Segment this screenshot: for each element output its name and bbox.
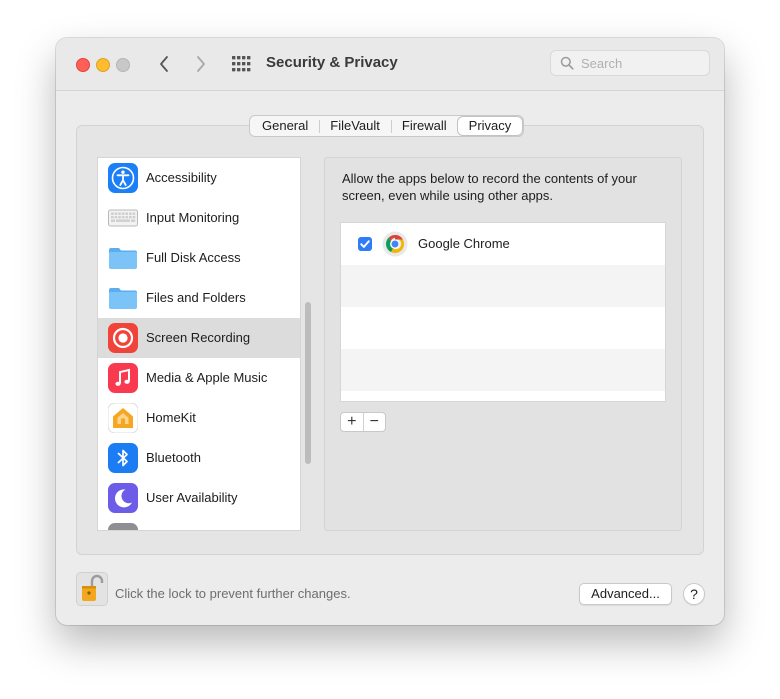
- privacy-category-list[interactable]: Accessibility Input Monitoring Full Disk…: [97, 157, 301, 531]
- sidebar-item-media-apple-music[interactable]: Media & Apple Music: [98, 358, 300, 398]
- sidebar-item-label: HomeKit: [146, 410, 196, 425]
- search-input[interactable]: [581, 54, 701, 72]
- folder-icon: [109, 288, 137, 309]
- sidebar-item-input-monitoring[interactable]: Input Monitoring: [98, 198, 300, 238]
- help-button[interactable]: ?: [683, 583, 705, 605]
- sidebar-item-label: Bluetooth: [146, 450, 201, 465]
- zoom-window-button[interactable]: [116, 58, 130, 72]
- sidebar-scrollbar[interactable]: [305, 302, 311, 464]
- title-bar: Security & Privacy: [56, 38, 724, 91]
- empty-row: [341, 265, 665, 307]
- sidebar-item-label: Media & Apple Music: [146, 370, 268, 385]
- sidebar-item-partial[interactable]: [98, 518, 300, 530]
- remove-app-button[interactable]: −: [362, 413, 386, 431]
- sidebar-item-homekit[interactable]: HomeKit: [98, 398, 300, 438]
- search-field[interactable]: [550, 50, 710, 76]
- empty-row: [341, 307, 665, 349]
- music-note-icon: [108, 363, 138, 393]
- lock-hint-text: Click the lock to prevent further change…: [115, 586, 351, 601]
- forward-button[interactable]: [189, 52, 213, 76]
- sidebar-item-screen-recording[interactable]: Screen Recording: [98, 318, 300, 358]
- chevron-right-icon: [197, 56, 205, 72]
- accessibility-icon: [108, 163, 138, 193]
- tab-privacy[interactable]: Privacy: [457, 117, 523, 135]
- sidebar-item-accessibility[interactable]: Accessibility: [98, 158, 300, 198]
- search-icon: [560, 56, 574, 70]
- show-all-grid-icon[interactable]: [230, 54, 252, 74]
- sidebar-item-label: Files and Folders: [146, 290, 246, 305]
- sidebar-item-label: Accessibility: [146, 170, 217, 185]
- sidebar-item-label: User Availability: [146, 490, 238, 505]
- permission-description: Allow the apps below to record the conte…: [342, 171, 637, 203]
- advanced-button[interactable]: Advanced...: [579, 583, 672, 605]
- back-button[interactable]: [152, 52, 176, 76]
- app-list[interactable]: Google Chrome: [340, 222, 666, 402]
- unlocked-padlock-icon[interactable]: [76, 572, 108, 606]
- add-remove-control: + −: [340, 412, 386, 432]
- tab-bar: General FileVault Firewall Privacy: [249, 115, 525, 137]
- list-item[interactable]: Google Chrome: [341, 223, 665, 265]
- tab-firewall[interactable]: Firewall: [390, 117, 458, 135]
- tab-filevault[interactable]: FileVault: [319, 117, 391, 135]
- sidebar-item-full-disk-access[interactable]: Full Disk Access: [98, 238, 300, 278]
- sidebar-item-label: Screen Recording: [146, 330, 251, 345]
- app-permission-checkbox[interactable]: [358, 237, 372, 251]
- tab-general[interactable]: General: [251, 117, 319, 135]
- add-app-button[interactable]: +: [341, 413, 363, 431]
- minimize-window-button[interactable]: [96, 58, 110, 72]
- bluetooth-icon: [108, 443, 138, 473]
- close-window-button[interactable]: [76, 58, 90, 72]
- moon-icon: [108, 483, 138, 513]
- empty-row: [341, 349, 665, 391]
- keyboard-icon: [108, 209, 138, 227]
- sidebar-item-label: Full Disk Access: [146, 250, 241, 265]
- app-name: Google Chrome: [418, 236, 510, 251]
- app-icon: [108, 523, 138, 530]
- screen-recording-icon: [108, 323, 138, 353]
- chevron-left-icon: [160, 56, 168, 72]
- sidebar-item-user-availability[interactable]: User Availability: [98, 478, 300, 518]
- sidebar-item-label: Input Monitoring: [146, 210, 240, 225]
- sidebar-item-bluetooth[interactable]: Bluetooth: [98, 438, 300, 478]
- home-icon: [108, 403, 138, 433]
- window-title: Security & Privacy: [266, 54, 398, 71]
- checkmark-icon: [360, 240, 370, 248]
- sidebar-item-files-and-folders[interactable]: Files and Folders: [98, 278, 300, 318]
- chrome-icon: [382, 231, 408, 257]
- folder-icon: [109, 248, 137, 269]
- preferences-window: Security & Privacy General FileVault Fir…: [56, 38, 724, 625]
